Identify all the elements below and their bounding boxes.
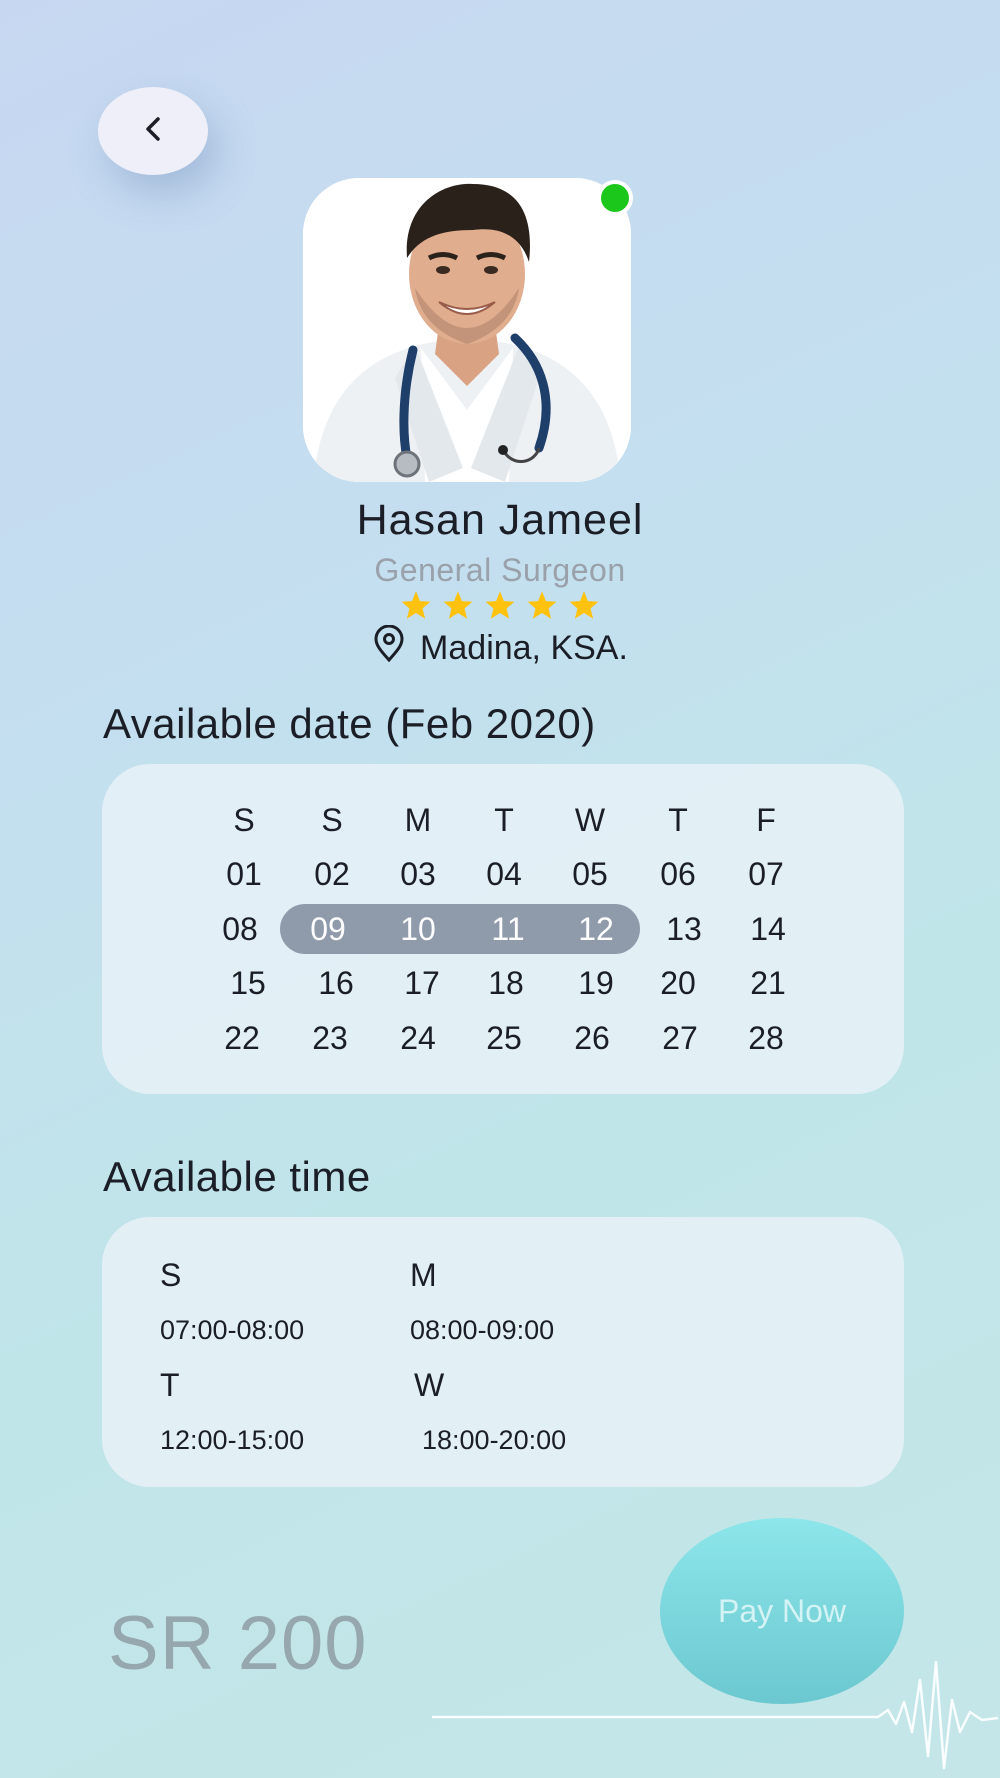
time-slot-range[interactable]: 12:00-15:00	[160, 1425, 304, 1456]
time-card: S 07:00-08:00 M 08:00-09:00 T 12:00-15:0…	[102, 1217, 904, 1487]
time-slot-range[interactable]: 18:00-20:00	[422, 1425, 566, 1456]
weekday-label: T	[494, 802, 514, 838]
calendar-day[interactable]: 26	[552, 1020, 632, 1057]
star-icon	[442, 590, 474, 625]
weekday-label: M	[404, 802, 432, 838]
calendar-day[interactable]: 18	[466, 965, 546, 1002]
pay-now-label: Pay Now	[717, 1592, 847, 1629]
calendar-day[interactable]: 05	[550, 856, 630, 893]
calendar-day[interactable]: 28	[726, 1020, 806, 1057]
star-icon	[526, 590, 558, 625]
calendar-day[interactable]: 07	[726, 856, 806, 893]
location-pin-icon	[372, 624, 406, 672]
star-icon	[400, 590, 432, 625]
calendar-day[interactable]: 22	[202, 1020, 282, 1057]
rating-stars	[0, 590, 1000, 625]
doctor-avatar	[303, 178, 631, 482]
appointment-screen: { "doctor": { "name": "Hasan Jameel", "s…	[0, 0, 1000, 1778]
time-slot-range[interactable]: 07:00-08:00	[160, 1315, 304, 1346]
online-status-indicator	[597, 180, 633, 216]
calendar-day[interactable]: 21	[728, 965, 808, 1002]
time-slot-day: W	[414, 1367, 445, 1403]
star-icon	[484, 590, 516, 625]
calendar-day[interactable]: 14	[728, 911, 808, 948]
doctor-specialty: General Surgeon	[374, 552, 626, 588]
available-time-title: Available time	[103, 1153, 371, 1200]
calendar-day[interactable]: 02	[292, 856, 372, 893]
weekday-label: W	[574, 802, 606, 838]
pay-now-button[interactable]: Pay Now	[660, 1518, 904, 1704]
weekday-label: F	[756, 802, 776, 838]
location-text: Madina, KSA.	[420, 629, 628, 667]
calendar-day[interactable]: 25	[464, 1020, 544, 1057]
weekday-label: S	[233, 802, 255, 838]
calendar-day[interactable]: 15	[208, 965, 288, 1002]
price-label: SR 200	[108, 1601, 368, 1686]
doctor-name: Hasan Jameel	[356, 496, 644, 544]
calendar-day[interactable]: 19	[556, 965, 636, 1002]
calendar-day[interactable]: 06	[638, 856, 718, 893]
calendar-day[interactable]: 20	[638, 965, 718, 1002]
calendar-day[interactable]: 01	[204, 856, 284, 893]
calendar-day[interactable]: 16	[296, 965, 376, 1002]
time-slot-day: M	[410, 1257, 437, 1293]
calendar-day[interactable]: 08	[200, 911, 280, 948]
time-slot-range[interactable]: 08:00-09:00	[410, 1315, 554, 1346]
doctor-avatar-container	[303, 178, 633, 482]
time-slot-day: T	[160, 1367, 180, 1403]
calendar-card: S S M T W T F 01 02 03 04 05 06 07 08 09…	[102, 764, 904, 1094]
calendar-day[interactable]: 17	[382, 965, 462, 1002]
weekday-label: T	[668, 802, 688, 838]
calendar-day[interactable]: 27	[640, 1020, 720, 1057]
calendar-day-selected[interactable]: 10	[378, 911, 458, 948]
star-icon	[568, 590, 600, 625]
doctor-location: Madina, KSA.	[0, 624, 1000, 672]
calendar-day[interactable]: 24	[378, 1020, 458, 1057]
calendar-day-selected[interactable]: 11	[468, 911, 548, 948]
calendar-day[interactable]: 04	[464, 856, 544, 893]
calendar-day[interactable]: 03	[378, 856, 458, 893]
time-slot-day: S	[160, 1257, 182, 1293]
calendar-day[interactable]: 13	[644, 911, 724, 948]
calendar-day-selected[interactable]: 09	[288, 911, 368, 948]
calendar-day-selected[interactable]: 12	[556, 911, 636, 948]
available-date-title: Available date (Feb 2020)	[103, 700, 596, 747]
back-button[interactable]	[98, 87, 208, 175]
calendar-day[interactable]: 23	[290, 1020, 370, 1057]
weekday-label: S	[321, 802, 343, 838]
chevron-left-icon	[141, 115, 165, 148]
